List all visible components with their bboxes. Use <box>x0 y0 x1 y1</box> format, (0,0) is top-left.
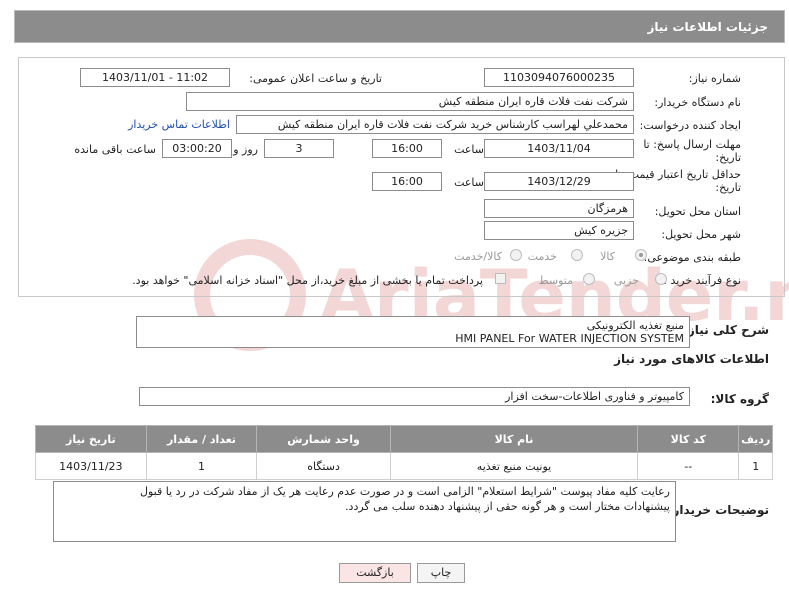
buyer-notes-line-2: پیشنهادات مختار است و هر گونه حقی از پیش… <box>345 500 670 513</box>
city-field: جزیره کیش <box>484 221 634 240</box>
category-radio-goods-service[interactable] <box>510 249 522 261</box>
need-number-field: 1103094076000235 <box>484 68 634 87</box>
goods-group-field: کامپیوتر و فناوری اطلاعات-سخت افزار <box>139 387 690 406</box>
page-title: جزئیات اطلاعات نیاز <box>647 20 768 34</box>
page-header: جزئیات اطلاعات نیاز <box>14 10 785 43</box>
back-button[interactable]: بازگشت <box>339 563 411 583</box>
goods-table-header: ردیف کد کالا نام کالا واحد شمارش تعداد /… <box>35 425 773 453</box>
city-label: شهر محل تحویل: <box>661 228 741 241</box>
need-number-label: شماره نیاز: <box>688 72 741 85</box>
deadline-time-label: ساعت <box>454 143 484 156</box>
category-option-goods: کالا <box>600 250 615 263</box>
buyer-org-label: نام دستگاه خریدار: <box>654 96 741 109</box>
description-line-2: HMI PANEL For WATER INJECTION SYSTEM <box>455 332 684 345</box>
process-radio-medium[interactable] <box>583 273 595 285</box>
goods-table: ردیف کد کالا نام کالا واحد شمارش تعداد /… <box>35 425 773 480</box>
deadline-label-line2: تاریخ: <box>715 151 741 164</box>
col-header-need-date: تاریخ نیاز <box>35 425 147 453</box>
col-header-row-number: ردیف <box>738 425 773 453</box>
table-row: 1 -- یونیت منبع تغذیه دستگاه 1 1403/11/2… <box>35 452 773 480</box>
province-field: هرمزگان <box>484 199 634 218</box>
description-line-1: منبع تغذیه الکترونیکی <box>586 319 684 332</box>
treasury-checkbox-text: پرداخت تمام یا بخشی از مبلغ خرید،از محل … <box>132 274 483 287</box>
category-option-goods-service: کالا/خدمت <box>454 250 502 263</box>
price-validity-time-field: 16:00 <box>372 172 442 191</box>
deadline-days-label: روز و <box>233 143 258 156</box>
description-label: شرح کلی نیاز: <box>683 323 769 337</box>
price-validity-label-line2: تاریخ: <box>715 181 741 194</box>
buyer-notes-label: توضیحات خریدار: <box>667 503 769 517</box>
requester-field: محمدعلي لهراسب کارشناس خريد شرکت نفت فلا… <box>236 115 634 134</box>
remaining-time-field: 03:00:20 <box>162 139 232 158</box>
deadline-label-line1: مهلت ارسال پاسخ: تا <box>643 138 741 151</box>
process-option-medium: متوسط <box>538 274 573 287</box>
deadline-days-field: 3 <box>264 139 334 158</box>
print-button[interactable]: چاپ <box>417 563 465 583</box>
buyer-contact-link[interactable]: اطلاعات تماس خریدار <box>128 118 230 131</box>
remaining-time-label: ساعت باقی مانده <box>74 143 156 156</box>
treasury-checkbox[interactable] <box>495 273 506 284</box>
price-validity-time-label: ساعت <box>454 176 484 189</box>
cell-goods-name: یونیت منبع تغذیه <box>389 452 639 480</box>
cell-goods-code: -- <box>637 452 740 480</box>
price-validity-date-field: 1403/12/29 <box>484 172 634 191</box>
category-option-service: خدمت <box>527 250 557 263</box>
goods-info-title: اطلاعات کالاهای مورد نیاز <box>614 352 769 366</box>
category-radio-goods[interactable] <box>635 249 647 261</box>
deadline-time-field: 16:00 <box>372 139 442 158</box>
description-field: منبع تغذیه الکترونیکی HMI PANEL For WATE… <box>136 316 690 348</box>
requester-label: ایجاد کننده درخواست: <box>639 119 741 132</box>
price-validity-label-line1: حداقل تاریخ اعتبار قیمت: تا <box>615 168 741 181</box>
goods-group-label: گروه کالا: <box>710 392 769 406</box>
col-header-goods-name: نام کالا <box>389 425 639 453</box>
cell-need-date: 1403/11/23 <box>35 452 147 480</box>
announce-label: تاریخ و ساعت اعلان عمومی: <box>249 72 382 85</box>
deadline-date-field: 1403/11/04 <box>484 139 634 158</box>
province-label: استان محل تحویل: <box>654 205 741 218</box>
process-option-minor: جزیی <box>613 274 639 287</box>
cell-unit: دستگاه <box>256 452 391 480</box>
announce-field: 1403/11/01 - 11:02 <box>80 68 230 87</box>
col-header-quantity: تعداد / مقدار <box>145 425 258 453</box>
buyer-notes-field: رعایت کلیه مفاد پیوست "شرایط استعلام" ال… <box>53 481 676 542</box>
col-header-unit: واحد شمارش <box>256 425 391 453</box>
buyer-org-field: شرکت نفت فلات قاره ایران منطقه کیش <box>186 92 634 111</box>
process-type-label: نوع فرآیند خرید : <box>663 274 741 287</box>
category-radio-service[interactable] <box>571 249 583 261</box>
process-radio-minor[interactable] <box>655 273 667 285</box>
category-label: طبقه بندی موضوعی: <box>643 251 741 264</box>
cell-quantity: 1 <box>145 452 258 480</box>
cell-row-number: 1 <box>738 452 773 480</box>
col-header-goods-code: کد کالا <box>637 425 740 453</box>
buyer-notes-line-1: رعایت کلیه مفاد پیوست "شرایط استعلام" ال… <box>139 485 670 498</box>
